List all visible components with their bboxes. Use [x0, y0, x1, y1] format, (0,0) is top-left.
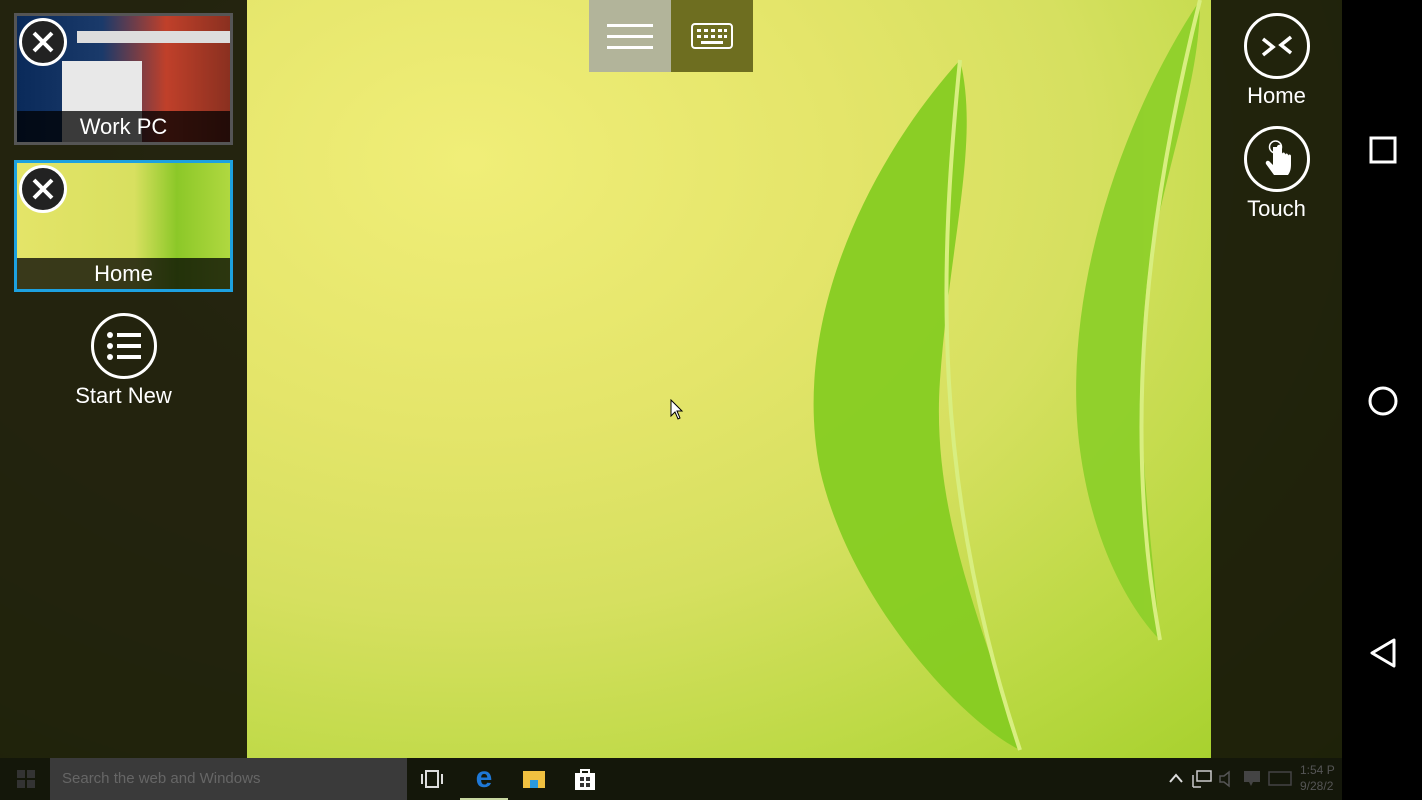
start-new-button[interactable]: Start New [0, 313, 247, 409]
task-view-button[interactable] [408, 758, 456, 800]
file-explorer-button[interactable] [510, 758, 558, 800]
close-session-button[interactable] [19, 18, 67, 66]
touch-hand-icon [1243, 126, 1310, 192]
session-thumbnail-work-pc[interactable]: Work PC [14, 13, 233, 145]
volume-icon[interactable] [1218, 770, 1236, 788]
network-icon[interactable] [1192, 770, 1212, 788]
close-icon [32, 178, 54, 200]
clock-date: 9/28/2 [1300, 779, 1334, 793]
windows-taskbar: Search the web and Windows e 1:54 P 9/28/… [0, 758, 1342, 800]
keyboard-icon [691, 23, 733, 49]
remote-desktop-icon [1243, 13, 1310, 79]
top-toolbar [589, 0, 753, 72]
notifications-icon[interactable] [1243, 770, 1261, 788]
android-nav-bar [1342, 0, 1422, 800]
session-thumbnail-home[interactable]: Home [14, 160, 233, 292]
store-button[interactable] [561, 758, 609, 800]
recents-square-icon[interactable] [1369, 136, 1397, 164]
home-label: Home [1247, 83, 1306, 108]
start-new-label: Start New [75, 383, 172, 408]
edge-button[interactable]: e [460, 758, 508, 800]
windows-logo-icon [17, 770, 35, 788]
clock-time: 1:54 P [1300, 763, 1335, 777]
keyboard-button[interactable] [671, 0, 753, 72]
taskbar-clock[interactable]: 1:54 P 9/28/2 [1300, 762, 1335, 794]
menu-button[interactable] [589, 0, 671, 72]
taskbar-search-input[interactable]: Search the web and Windows [50, 758, 407, 800]
sessions-panel: Work PC Home Start New [0, 0, 247, 758]
chevron-up-icon[interactable] [1168, 772, 1184, 784]
controls-panel: Home Touch [1211, 0, 1342, 758]
touch-keyboard-icon[interactable] [1268, 771, 1292, 786]
wallpaper-leaves [813, 0, 1202, 751]
back-triangle-icon[interactable] [1369, 637, 1397, 669]
home-circle-icon[interactable] [1368, 386, 1398, 416]
session-label: Work PC [17, 111, 230, 142]
store-bag-icon [575, 769, 595, 790]
list-icon [90, 313, 157, 379]
touch-label: Touch [1247, 196, 1306, 221]
edge-icon: e [475, 761, 493, 794]
start-button[interactable] [2, 758, 50, 800]
close-icon [32, 31, 54, 53]
close-session-button[interactable] [19, 165, 67, 213]
folder-icon [523, 771, 545, 788]
home-button[interactable]: Home [1211, 13, 1342, 109]
session-label: Home [17, 258, 230, 289]
task-view-icon [421, 770, 443, 788]
touch-button[interactable]: Touch [1211, 126, 1342, 222]
mouse-cursor-icon [670, 399, 684, 420]
hamburger-icon [607, 24, 653, 49]
thumbnail-browser-bar [77, 31, 230, 43]
